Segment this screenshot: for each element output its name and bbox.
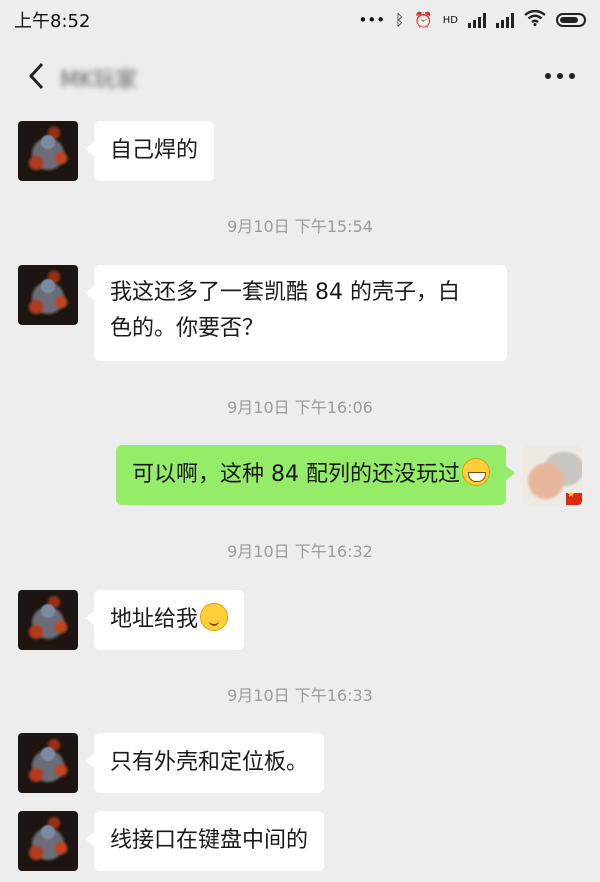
message-bubble[interactable]: 只有外壳和定位板。 bbox=[84, 733, 325, 793]
blush-emoji-icon bbox=[200, 603, 229, 631]
signal-icon bbox=[468, 12, 486, 28]
timestamp: 9月10日 下午16:06 bbox=[227, 398, 373, 417]
chat-header: MK玩家 bbox=[0, 40, 600, 112]
my-avatar[interactable] bbox=[522, 445, 582, 505]
status-time: 上午8:52 bbox=[14, 11, 91, 32]
more-options-button[interactable] bbox=[538, 62, 582, 90]
timestamp: 9月10日 下午15:54 bbox=[227, 217, 373, 236]
contact-avatar[interactable] bbox=[18, 811, 78, 871]
chat-title: MK玩家 bbox=[60, 68, 138, 93]
back-button[interactable] bbox=[18, 58, 54, 94]
message-text: 可以啊，这种 84 配列的还没玩过 bbox=[132, 462, 460, 487]
message-bubble[interactable]: 自己焊的 bbox=[84, 121, 215, 181]
timestamp: 9月10日 下午16:32 bbox=[227, 542, 373, 561]
timestamp: 9月10日 下午16:33 bbox=[227, 686, 373, 705]
battery-icon bbox=[556, 13, 586, 27]
signal-icon-2 bbox=[496, 12, 514, 28]
contact-avatar[interactable] bbox=[18, 590, 78, 650]
alarm-icon: ⏰ bbox=[414, 11, 433, 29]
contact-avatar[interactable] bbox=[18, 265, 78, 325]
bluetooth-icon: ᛒ bbox=[395, 11, 405, 29]
grin-emoji-icon bbox=[462, 458, 490, 486]
my-message-bubble[interactable]: 可以啊，这种 84 配列的还没玩过 bbox=[116, 445, 515, 505]
status-bar: 上午8:52 ••• ᛒ ⏰ HD bbox=[0, 0, 600, 40]
message-bubble[interactable]: 地址给我 bbox=[84, 590, 245, 650]
message-line: 我这还多了一套凯酷 84 的壳子，白 bbox=[110, 280, 460, 305]
chevron-left-icon bbox=[28, 62, 44, 90]
contact-avatar[interactable] bbox=[18, 733, 78, 793]
china-flag-icon bbox=[566, 490, 582, 505]
message-bubble[interactable]: 我这还多了一套凯酷 84 的壳子，白 色的。你要否？ bbox=[85, 265, 507, 361]
message-bubble[interactable]: 线接口在键盘中间的 bbox=[84, 811, 325, 871]
status-icons: ••• ᛒ ⏰ HD bbox=[358, 9, 586, 30]
message-line: 色的。你要否？ bbox=[110, 316, 265, 341]
message-text: 地址给我 bbox=[110, 607, 199, 632]
contact-avatar[interactable] bbox=[18, 121, 78, 181]
wifi-icon bbox=[524, 9, 546, 30]
hd-icon: HD bbox=[442, 14, 458, 26]
more-dots-icon: ••• bbox=[358, 11, 386, 29]
